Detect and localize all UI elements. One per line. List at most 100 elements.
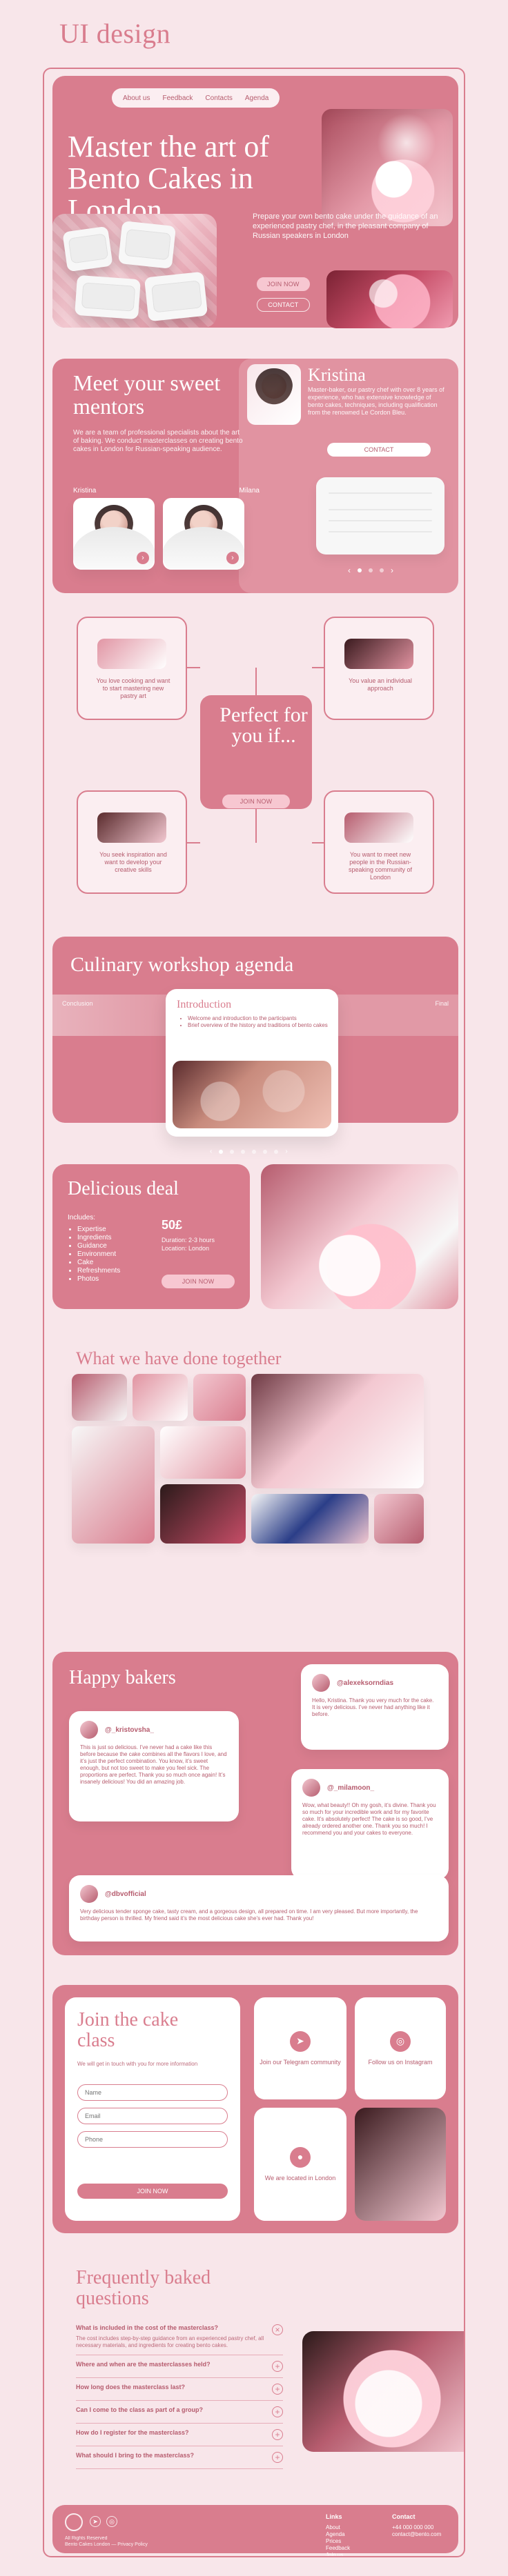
next-arrow-icon[interactable]: › <box>285 1148 287 1155</box>
faq-toggle-icon[interactable]: × <box>272 2324 283 2335</box>
faq-item[interactable]: What should I bring to the masterclass? … <box>76 2446 283 2469</box>
faq-item[interactable]: Can I come to the class as part of a gro… <box>76 2401 283 2424</box>
review-header: @_milamoon_ <box>302 1779 374 1797</box>
mentor-names: Kristina Milana <box>73 487 260 495</box>
perfect-card-text: You want to meet new people in the Russi… <box>348 851 413 881</box>
carousel-dot-active[interactable] <box>358 568 362 572</box>
faq-toggle-icon[interactable]: + <box>272 2361 283 2372</box>
faq-toggle-icon[interactable]: + <box>272 2384 283 2395</box>
nav-contacts[interactable]: Contacts <box>205 94 232 102</box>
gallery-photo[interactable] <box>160 1484 246 1544</box>
prev-arrow-icon[interactable]: ‹ <box>210 1148 212 1155</box>
hero-contact-button[interactable]: CONTACT <box>257 298 310 312</box>
gallery-photo[interactable] <box>160 1426 246 1479</box>
telegram-icon: ➤ <box>290 2030 311 2052</box>
footer-link[interactable]: Prices <box>326 2538 350 2545</box>
footer-link[interactable]: About <box>326 2524 350 2531</box>
footer-link[interactable]: Join us <box>326 2552 350 2556</box>
agenda-section: Culinary workshop agenda Conclusion Fina… <box>52 937 458 1155</box>
gallery-photo[interactable] <box>251 1374 424 1488</box>
deal-join-button[interactable]: JOIN NOW <box>162 1275 235 1288</box>
pager-dot[interactable] <box>263 1149 268 1154</box>
kristina-bio: Master-baker, our pastry chef with over … <box>308 386 444 416</box>
cake-photo-tile <box>355 2108 446 2221</box>
join-submit-button[interactable]: JOIN NOW <box>77 2184 228 2199</box>
next-arrow-icon[interactable]: › <box>391 566 393 575</box>
arrow-right-icon[interactable]: › <box>137 552 149 564</box>
pager-dot[interactable] <box>252 1149 257 1154</box>
email-input[interactable] <box>77 2108 228 2124</box>
faq-item[interactable]: What is included in the cost of the mast… <box>76 2319 283 2355</box>
nav-feedback[interactable]: Feedback <box>162 94 193 102</box>
deal-price: 50£ <box>162 1218 183 1232</box>
join-title: Join the cake class <box>77 2009 179 2051</box>
instagram-tile[interactable]: ◎ Follow us on Instagram <box>355 1997 446 2099</box>
faq-question: How long does the masterclass last? <box>76 2384 186 2390</box>
faq-question: Where and when are the masterclasses hel… <box>76 2361 211 2368</box>
agenda-pager: ‹ › <box>210 1148 288 1155</box>
faq-item[interactable]: Where and when are the masterclasses hel… <box>76 2355 283 2378</box>
gallery-photo[interactable] <box>251 1494 369 1544</box>
footer-link[interactable]: Agenda <box>326 2531 350 2538</box>
footer-phone[interactable]: +44 000 000 000 <box>392 2524 441 2531</box>
faq-toggle-icon[interactable]: + <box>272 2406 283 2417</box>
footer-link[interactable]: Feedback <box>326 2545 350 2552</box>
pager-dot[interactable] <box>241 1149 246 1154</box>
mentors-title: Meet your sweet mentors <box>73 370 221 419</box>
footer-telegram-icon[interactable]: ➤ <box>90 2516 101 2527</box>
perfect-join-button[interactable]: JOIN NOW <box>222 795 290 808</box>
name-input[interactable] <box>77 2084 228 2101</box>
gallery-photo[interactable] <box>193 1374 246 1421</box>
footer-instagram-icon[interactable]: ◎ <box>106 2516 117 2527</box>
review-avatar <box>80 1721 98 1739</box>
nav-about[interactable]: About us <box>123 94 150 102</box>
faq-answer: The cost includes step-by-step guidance … <box>76 2335 264 2348</box>
top-nav: About us Feedback Contacts Agenda <box>112 88 280 108</box>
cake-box <box>144 271 208 322</box>
footer-email[interactable]: contact@bento.com <box>392 2531 441 2538</box>
faq-item[interactable]: How long does the masterclass last? + <box>76 2378 283 2401</box>
gallery-photo[interactable] <box>374 1494 424 1544</box>
telegram-label: Join our Telegram community <box>260 2058 341 2066</box>
faq-list: What is included in the cost of the mast… <box>76 2319 283 2469</box>
faq-photo <box>302 2331 464 2452</box>
hero-join-button[interactable]: JOIN NOW <box>257 277 310 291</box>
location-pin-icon: ● <box>290 2146 311 2168</box>
perfect-card: You want to meet new people in the Russi… <box>324 790 434 894</box>
happy-bakers-title: Happy bakers <box>69 1667 176 1688</box>
nav-agenda[interactable]: Agenda <box>245 94 268 102</box>
review-text: Very delicious tender sponge cake, tasty… <box>80 1908 418 1921</box>
deal-photo <box>261 1164 458 1309</box>
deal-includes-list: Expertise Ingredients Guidance Environme… <box>68 1226 150 1284</box>
gallery-photo[interactable] <box>72 1426 155 1544</box>
perfect-card: You seek inspiration and want to develop… <box>77 790 187 894</box>
faq-toggle-icon[interactable]: + <box>272 2429 283 2440</box>
review-user: @_milamoon_ <box>327 1784 375 1792</box>
deal-include-item: Environment <box>77 1250 150 1259</box>
arrow-right-icon[interactable]: › <box>226 552 239 564</box>
faq-toggle-icon[interactable]: + <box>272 2452 283 2463</box>
carousel-dot[interactable] <box>380 568 384 572</box>
footer-contact: Contact +44 000 000 000 contact@bento.co… <box>392 2513 441 2538</box>
phone-input[interactable] <box>77 2131 228 2148</box>
perfect-card-text: You value an individual approach <box>349 677 412 692</box>
prev-arrow-icon[interactable]: ‹ <box>348 566 351 575</box>
pager-dot[interactable] <box>230 1149 235 1154</box>
telegram-tile[interactable]: ➤ Join our Telegram community <box>254 1997 346 2099</box>
location-tile[interactable]: ● We are located in London <box>254 2108 346 2221</box>
gallery-photo[interactable] <box>133 1374 188 1421</box>
gallery-photo[interactable] <box>72 1374 127 1421</box>
cake-box <box>62 226 113 272</box>
kristina-contact-button[interactable]: CONTACT <box>327 443 431 457</box>
cake-box <box>117 221 177 269</box>
carousel-dot[interactable] <box>369 568 373 572</box>
pager-dot[interactable] <box>274 1149 279 1154</box>
agenda-card-list: Welcome and introduction to the particip… <box>177 1015 329 1029</box>
review-header: @alexeksorndias <box>312 1674 393 1692</box>
footer-contact-title: Contact <box>392 2513 416 2520</box>
agenda-title: Culinary workshop agenda <box>70 953 294 976</box>
mentor-photo-milana[interactable]: › <box>163 498 244 570</box>
mentor-photo-kristina[interactable]: › <box>73 498 155 570</box>
pager-dot-active[interactable] <box>219 1149 224 1154</box>
faq-item[interactable]: How do I register for the masterclass? + <box>76 2424 283 2446</box>
